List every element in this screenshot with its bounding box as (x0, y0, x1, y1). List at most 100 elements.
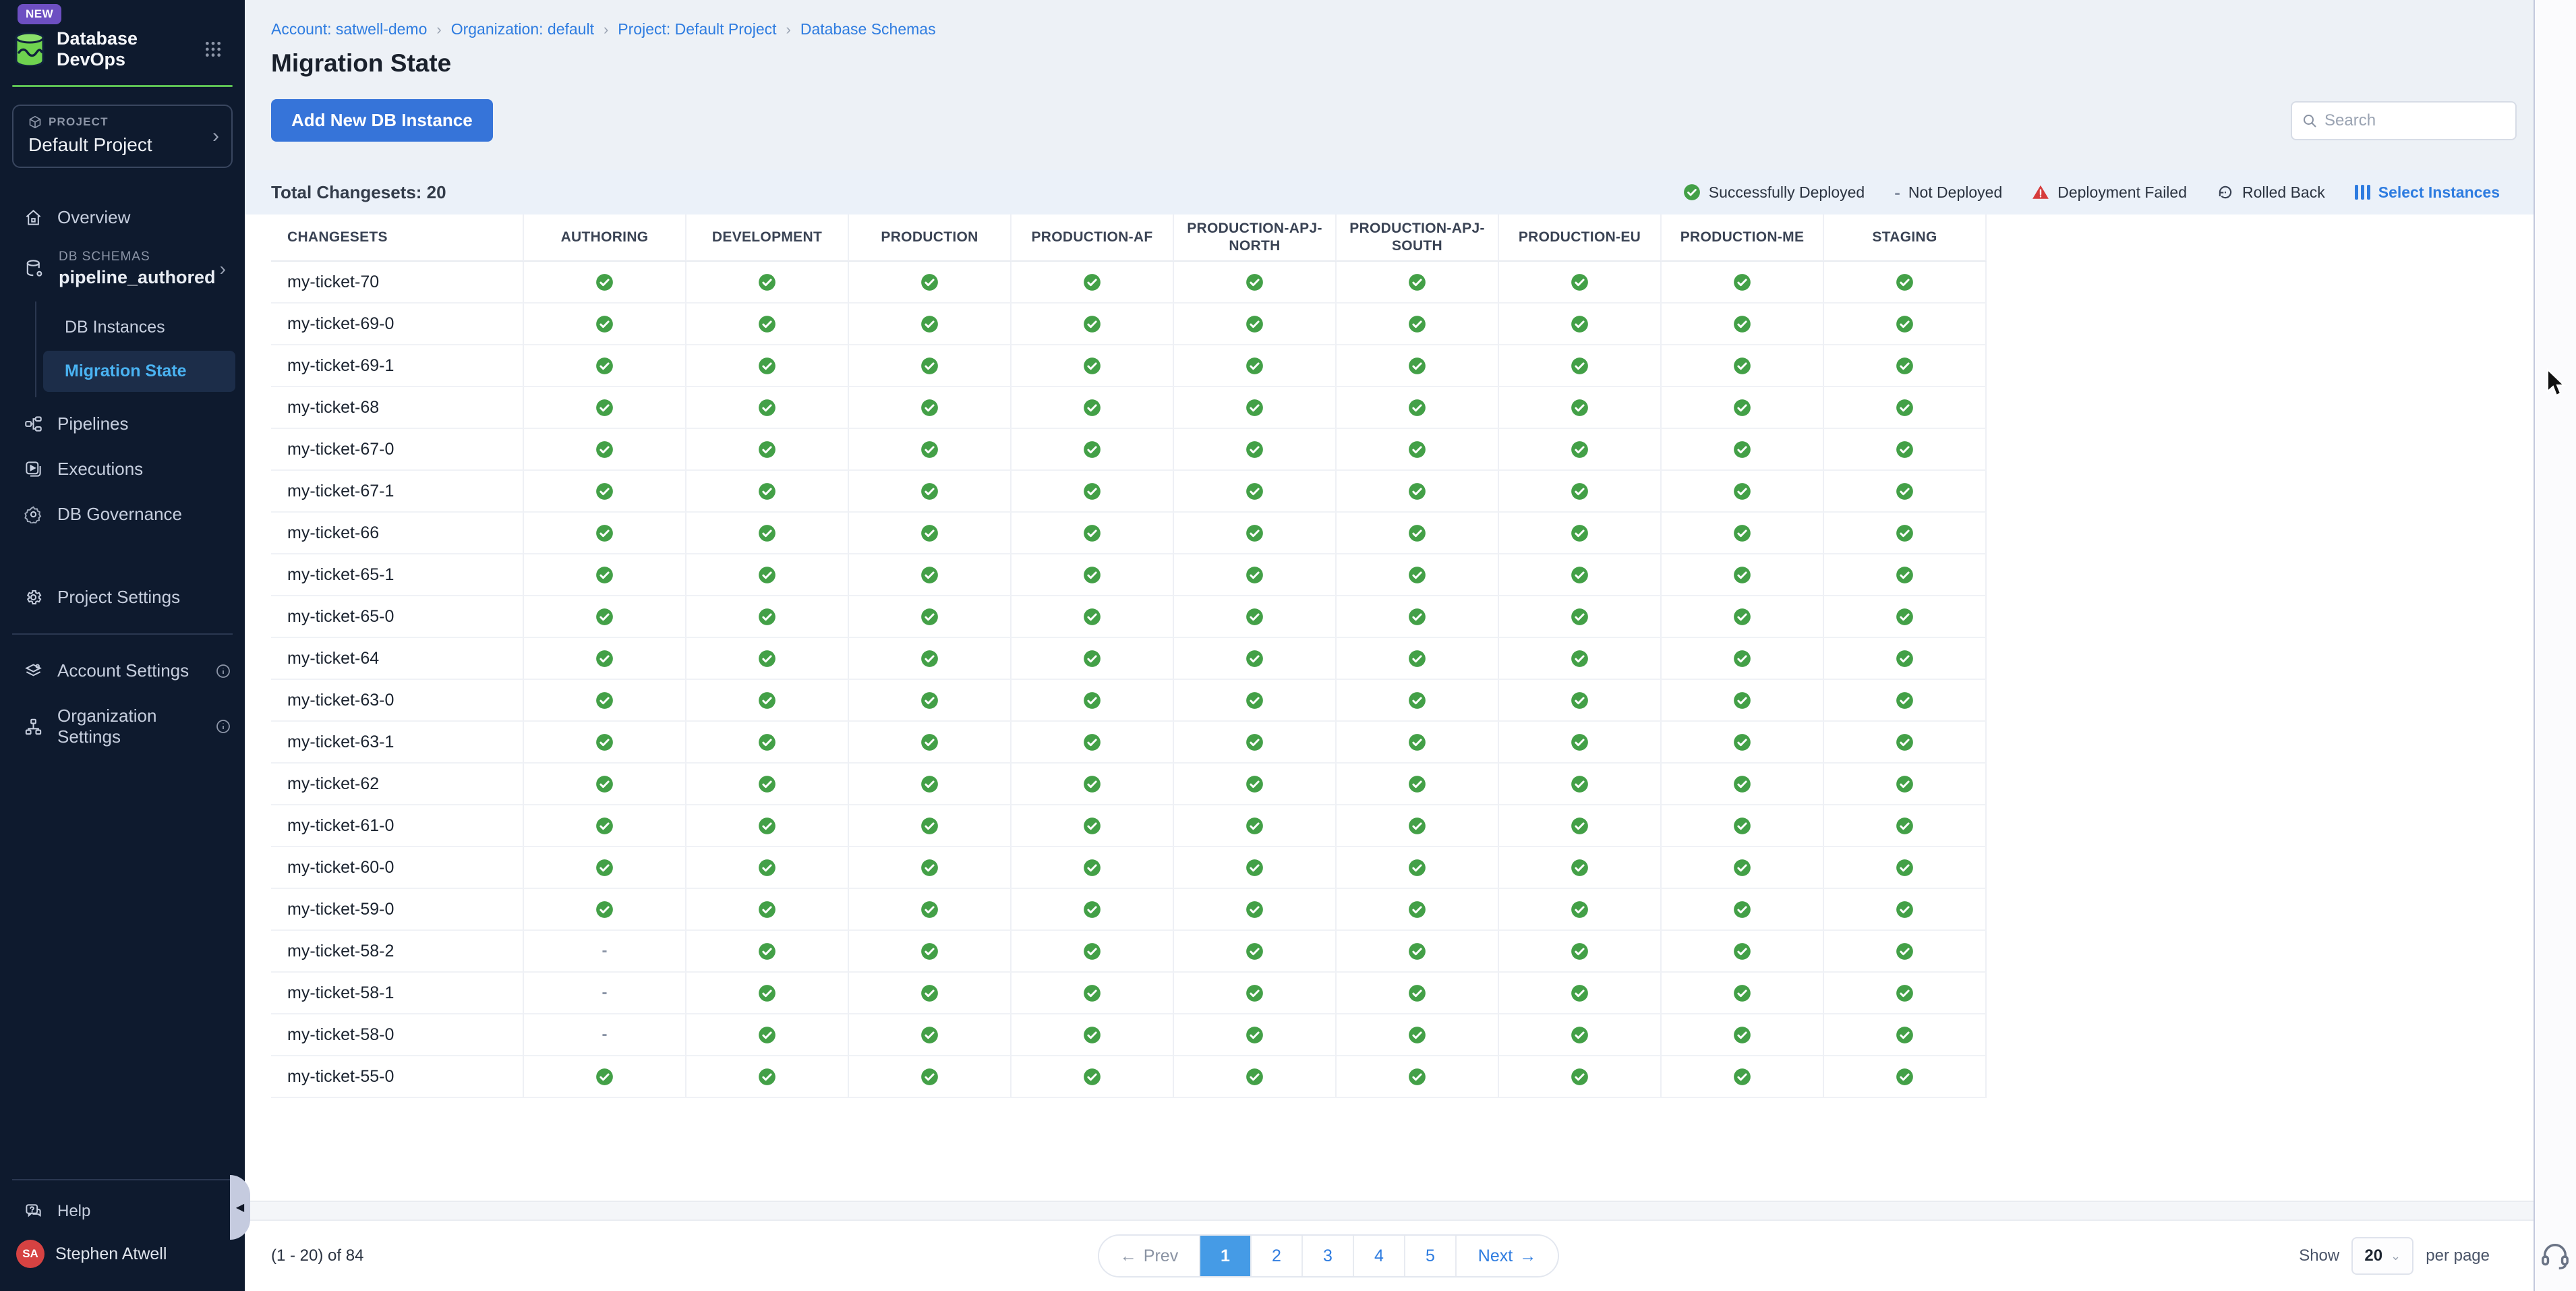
sidebar-item-executions[interactable]: Executions (0, 447, 245, 492)
search-input[interactable] (2324, 111, 2506, 130)
sidebar-item-project-settings[interactable]: Project Settings (0, 575, 245, 620)
sidebar-item-migration-state[interactable]: Migration State (43, 351, 235, 392)
next-page-button[interactable]: Next→ (1457, 1236, 1558, 1276)
info-icon[interactable] (215, 718, 231, 735)
breadcrumb-account[interactable]: Account: satwell-demo (271, 20, 427, 38)
success-check-icon (1896, 357, 1914, 375)
sidebar-item-organization-settings[interactable]: Organization Settings (0, 693, 245, 759)
column-header: CHANGESETS (271, 214, 524, 262)
success-check-icon (1083, 524, 1101, 542)
status-cell-deployed (1824, 596, 1987, 638)
sidebar-item-help[interactable]: Help (0, 1194, 245, 1229)
status-cell-deployed (524, 304, 686, 345)
page-size-select[interactable]: 20 ⌄ (2351, 1237, 2413, 1275)
status-cell-deployed (1337, 805, 1499, 847)
status-cell-deployed (524, 554, 686, 596)
status-cell-deployed (1174, 889, 1337, 931)
project-selector[interactable]: PROJECT Default Project › (12, 105, 233, 168)
changeset-name[interactable]: my-ticket-58-1 (271, 973, 524, 1014)
status-cell-deployed (849, 513, 1012, 554)
sidebar-item-pipelines[interactable]: Pipelines (0, 401, 245, 447)
success-check-icon (1408, 315, 1426, 333)
page-button-1[interactable]: 1 (1200, 1236, 1252, 1276)
support-headset-icon[interactable] (2540, 1241, 2571, 1272)
changeset-name[interactable]: my-ticket-68 (271, 387, 524, 429)
status-cell-deployed (524, 471, 686, 513)
status-cell-deployed (1337, 596, 1499, 638)
status-cell-deployed (1662, 805, 1824, 847)
success-check-icon (758, 691, 776, 710)
changeset-name[interactable]: my-ticket-67-1 (271, 471, 524, 513)
status-cell-deployed (1499, 387, 1662, 429)
breadcrumb-organization[interactable]: Organization: default (451, 20, 594, 38)
page-button-4[interactable]: 4 (1354, 1236, 1405, 1276)
changeset-name[interactable]: my-ticket-62 (271, 764, 524, 805)
success-check-icon (1733, 440, 1751, 459)
success-check-icon (920, 608, 939, 626)
success-check-icon (1571, 357, 1589, 375)
status-cell-deployed (1662, 262, 1824, 304)
sidebar-item-overview[interactable]: Overview (0, 195, 245, 240)
changeset-name[interactable]: my-ticket-70 (271, 262, 524, 304)
sidebar-item-db-instances[interactable]: DB Instances (43, 307, 235, 348)
changeset-name[interactable]: my-ticket-67-0 (271, 429, 524, 471)
success-check-icon (1896, 984, 1914, 1002)
page-button-2[interactable]: 2 (1252, 1236, 1303, 1276)
changeset-name[interactable]: my-ticket-69-1 (271, 345, 524, 387)
status-cell-deployed (1174, 764, 1337, 805)
page-button-3[interactable]: 3 (1303, 1236, 1354, 1276)
sidebar-item-db-schemas[interactable]: DB SCHEMAS pipeline_authored › (0, 240, 245, 297)
select-instances-button[interactable]: Select Instances (2355, 183, 2500, 202)
status-cell-deployed (686, 345, 849, 387)
success-check-icon (1896, 482, 1914, 500)
changeset-name[interactable]: my-ticket-64 (271, 638, 524, 680)
changeset-name[interactable]: my-ticket-66 (271, 513, 524, 554)
breadcrumb-project[interactable]: Project: Default Project (618, 20, 776, 38)
success-check-icon (1083, 650, 1101, 668)
status-cell-deployed (524, 680, 686, 722)
sidebar-item-label: Overview (57, 207, 130, 228)
sidebar-item-db-governance[interactable]: DB Governance (0, 492, 245, 537)
search-box[interactable] (2291, 101, 2517, 140)
changeset-name[interactable]: my-ticket-63-0 (271, 680, 524, 722)
changeset-name[interactable]: my-ticket-55-0 (271, 1056, 524, 1098)
info-icon[interactable] (215, 663, 231, 679)
success-check-icon (1896, 942, 1914, 960)
status-cell-deployed (524, 345, 686, 387)
status-cell-deployed (1174, 304, 1337, 345)
add-new-db-instance-button[interactable]: Add New DB Instance (271, 99, 493, 142)
changeset-name[interactable]: my-ticket-65-0 (271, 596, 524, 638)
status-cell-deployed (1012, 722, 1174, 764)
sidebar-item-account-settings[interactable]: Account Settings (0, 648, 245, 693)
status-cell-deployed (849, 387, 1012, 429)
success-check-icon (1408, 440, 1426, 459)
changeset-name[interactable]: my-ticket-69-0 (271, 304, 524, 345)
success-check-icon (595, 399, 614, 417)
legend-label: Successfully Deployed (1709, 183, 1865, 202)
sidebar-collapse-handle[interactable]: ◀ (230, 1175, 250, 1240)
changeset-name[interactable]: my-ticket-60-0 (271, 847, 524, 889)
changeset-name[interactable]: my-ticket-65-1 (271, 554, 524, 596)
prev-page-button[interactable]: ←Prev (1099, 1236, 1200, 1276)
changeset-name[interactable]: my-ticket-63-1 (271, 722, 524, 764)
user-menu[interactable]: SA Stephen Atwell (0, 1229, 245, 1275)
status-cell-deployed (686, 513, 849, 554)
sidebar: NEW Database DevOps PROJECT Default Proj… (0, 0, 245, 1291)
changeset-name[interactable]: my-ticket-58-0 (271, 1014, 524, 1056)
sidebar-item-label: DB Governance (57, 504, 182, 525)
changeset-name[interactable]: my-ticket-59-0 (271, 889, 524, 931)
breadcrumb-database-schemas[interactable]: Database Schemas (800, 20, 936, 38)
status-cell-deployed (1012, 471, 1174, 513)
success-check-icon (1408, 399, 1426, 417)
page-button-5[interactable]: 5 (1405, 1236, 1457, 1276)
success-check-icon (1246, 357, 1264, 375)
changeset-name[interactable]: my-ticket-61-0 (271, 805, 524, 847)
apps-grid-icon[interactable] (204, 40, 222, 58)
status-cell-deployed (849, 262, 1012, 304)
status-cell-deployed (1012, 638, 1174, 680)
status-cell-deployed (1174, 471, 1337, 513)
project-label: PROJECT (49, 115, 109, 129)
success-check-icon (1246, 984, 1264, 1002)
changeset-name[interactable]: my-ticket-58-2 (271, 931, 524, 973)
status-cell-deployed (1662, 764, 1824, 805)
